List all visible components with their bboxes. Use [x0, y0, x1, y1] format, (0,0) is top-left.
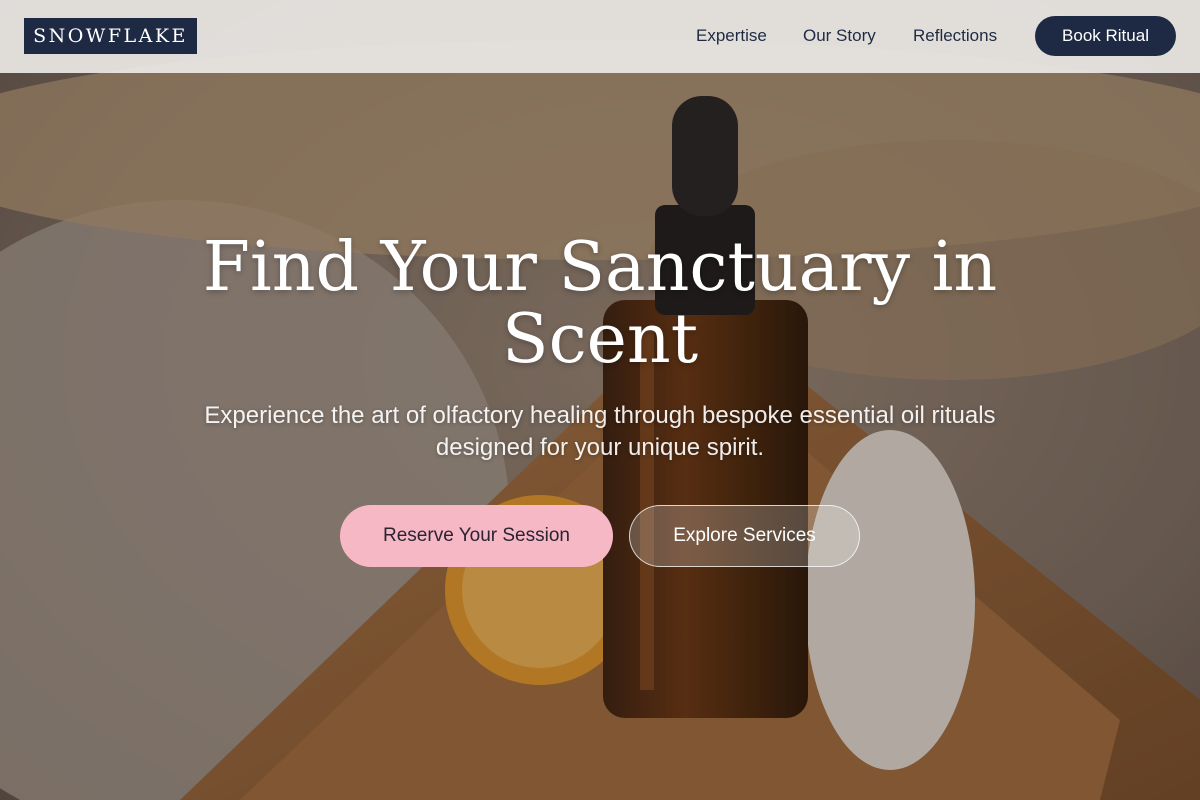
nav-link-reflections[interactable]: Reflections: [913, 24, 997, 48]
site-header: SNOWFLAKE Expertise Our Story Reflection…: [0, 0, 1200, 73]
hero-subtitle: Experience the art of olfactory healing …: [204, 402, 996, 461]
explore-services-button[interactable]: Explore Services: [629, 505, 860, 567]
hero-title: Find Your Sanctuary in Scent: [202, 228, 998, 379]
book-ritual-button[interactable]: Book Ritual: [1035, 16, 1176, 56]
nav-link-expertise[interactable]: Expertise: [696, 24, 767, 48]
brand-logo[interactable]: SNOWFLAKE: [24, 18, 197, 54]
nav-link-our-story[interactable]: Our Story: [803, 24, 876, 48]
reserve-session-button[interactable]: Reserve Your Session: [340, 505, 613, 567]
